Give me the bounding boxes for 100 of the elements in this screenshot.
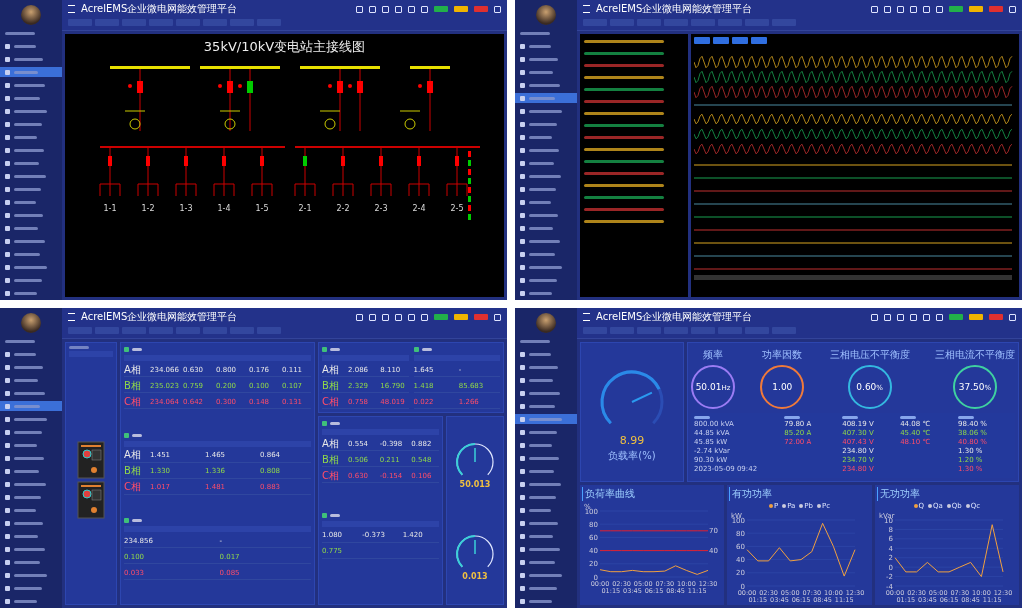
menu-icon: [5, 572, 10, 578]
user-icon[interactable]: [1009, 5, 1016, 13]
menu-icon: [5, 455, 10, 461]
chart-title: 有功功率: [729, 487, 870, 501]
diagram-title: 35kV/10kV变电站主接线图: [203, 38, 366, 56]
phase-label: B相: [124, 378, 142, 393]
menu-icon: [520, 455, 525, 461]
menu-icon: [5, 520, 10, 526]
menu-icon: [520, 95, 525, 101]
section-icon: [322, 512, 327, 518]
menu-icon: [520, 225, 525, 231]
app-title: AcrelEMS企业微电网能效管理平台: [81, 2, 238, 16]
phase-label: C相: [124, 394, 142, 409]
menu-icon[interactable]: [583, 5, 590, 13]
menu-icon[interactable]: [68, 313, 75, 321]
menu-icon: [520, 238, 525, 244]
metric-label: 三相电压不平衡度: [829, 348, 910, 362]
phase-label: B相: [322, 378, 340, 393]
metric-label: 频率: [703, 348, 723, 362]
gauge-value: 0.013: [462, 571, 488, 581]
avatar: [536, 313, 556, 333]
menu-icon: [5, 351, 10, 357]
menu-icon[interactable]: [68, 5, 75, 13]
bay-label: 1-2: [140, 204, 155, 213]
menu-icon: [520, 468, 525, 474]
menu-icon: [5, 442, 10, 448]
user-icon[interactable]: [494, 5, 501, 13]
phase-label: C相: [322, 468, 340, 483]
phase-label: A相: [124, 448, 142, 463]
menu-icon: [520, 481, 525, 487]
menu-icon: [5, 494, 10, 500]
phase-label: B相: [124, 464, 142, 479]
menu-icon: [5, 390, 10, 396]
menu-icon: [5, 121, 10, 127]
bay-label: 2-1: [297, 204, 312, 213]
menu-icon: [520, 147, 525, 153]
metric-label: 三相电流不平衡度: [935, 348, 1015, 362]
user-icon[interactable]: [1009, 313, 1016, 321]
app-title: AcrelEMS企业微电网能效管理平台: [596, 2, 753, 16]
menu-icon: [520, 82, 525, 88]
menu-icon: [520, 572, 525, 578]
gauge-label: 负载率(%): [608, 448, 656, 463]
menu-icon: [520, 442, 525, 448]
menu-icon: [520, 546, 525, 552]
menu-icon: [5, 82, 10, 88]
menu-icon: [5, 134, 10, 140]
bay-label: 2-4: [411, 204, 426, 213]
menu-icon: [520, 264, 525, 270]
menu-icon: [5, 533, 10, 539]
menu-icon: [520, 199, 525, 205]
menu-icon: [520, 56, 525, 62]
menu-icon: [5, 160, 10, 166]
section-icon: [413, 347, 419, 352]
section-icon: [124, 432, 129, 438]
menu-icon: [5, 429, 10, 435]
bay-label: 2-3: [373, 204, 388, 213]
phase-label: C相: [124, 480, 142, 495]
menu-icon: [520, 390, 525, 396]
bay-label: 1-1: [102, 204, 117, 213]
bay-label: 2-5: [449, 204, 464, 213]
phase-label: B相: [322, 452, 340, 467]
chart-title: 无功功率: [876, 487, 1017, 501]
app-title: AcrelEMS企业微电网能效管理平台: [596, 310, 753, 324]
section-icon: [322, 421, 327, 426]
menu-icon: [5, 147, 10, 153]
menu-icon: [5, 559, 10, 565]
menu-icon: [5, 56, 10, 62]
menu-icon: [520, 520, 525, 526]
menu-icon: [520, 251, 525, 257]
menu-icon: [520, 186, 525, 192]
bay-label: 1-3: [178, 204, 193, 213]
user-icon[interactable]: [494, 313, 501, 321]
menu-icon: [5, 277, 10, 283]
avatar: [21, 313, 41, 333]
metric-label: 功率因数: [762, 348, 803, 362]
menu-icon: [5, 225, 10, 231]
chart-title: 负荷率曲线: [582, 487, 723, 501]
menu-icon: [520, 598, 525, 604]
menu-icon: [5, 173, 10, 179]
menu-icon: [520, 533, 525, 539]
blurred-text-drawing: [520, 31, 550, 35]
menu-icon: [5, 199, 10, 205]
menu-icon: [520, 173, 525, 179]
menu-icon: [520, 134, 525, 140]
menu-icon: [5, 290, 10, 296]
phase-label: A相: [322, 436, 340, 451]
menu-icon: [520, 290, 525, 296]
gauge-value: 8.99: [619, 433, 645, 447]
menu-icon: [5, 377, 10, 383]
menu-icon: [520, 121, 525, 127]
menu-icon: [520, 403, 525, 409]
menu-icon: [5, 251, 10, 257]
blurred-text-drawing: [5, 339, 35, 343]
menu-icon: [520, 585, 525, 591]
gauge-value: 50.013: [459, 480, 491, 490]
menu-icon[interactable]: [583, 313, 590, 321]
menu-icon: [520, 559, 525, 565]
phase-label: A相: [124, 362, 142, 377]
menu-icon: [5, 481, 10, 487]
menu-icon: [520, 416, 525, 422]
